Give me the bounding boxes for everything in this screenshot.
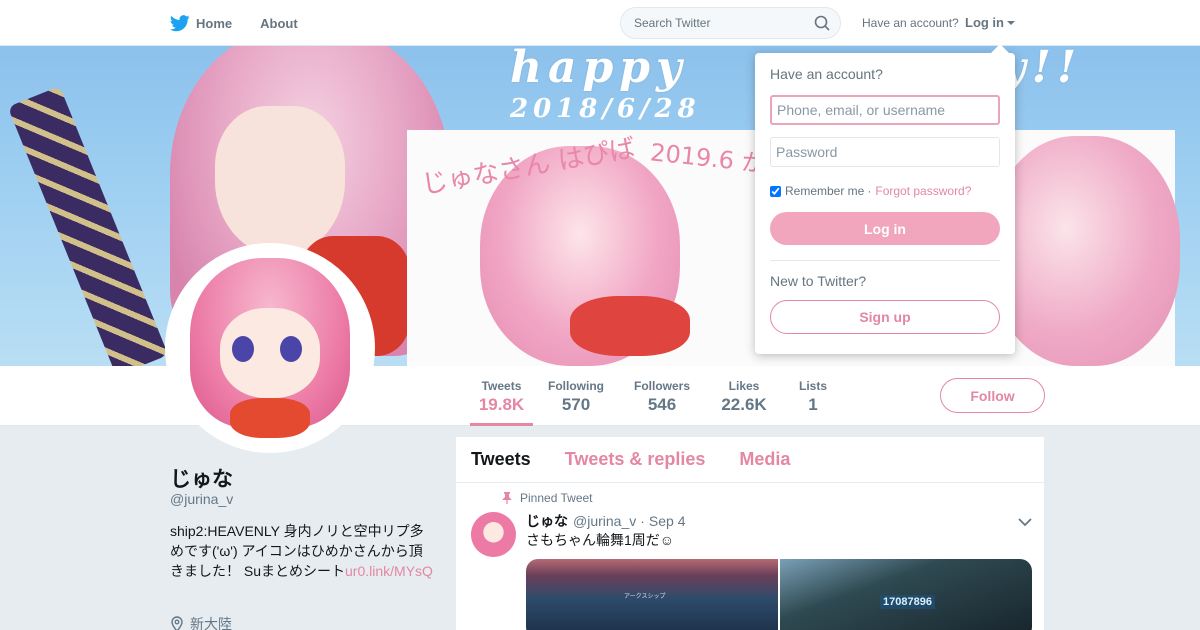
login-button[interactable]: Log in	[770, 212, 1000, 245]
stat-likes[interactable]: Likes 22.6K	[718, 366, 770, 426]
stat-label: Followers	[633, 379, 690, 393]
tweet-date[interactable]: Sep 4	[649, 513, 686, 529]
banner-sword	[7, 86, 169, 366]
stat-following[interactable]: Following 570	[546, 366, 606, 426]
login-dropdown: Have an account? Remember me · Forgot pa…	[755, 44, 1015, 354]
tweet-media-image-2[interactable]: 17087896	[780, 559, 1032, 630]
avatar-eye-right	[280, 336, 302, 362]
tweet-author-name[interactable]: じゅな	[526, 511, 568, 531]
stat-label: Tweets	[481, 379, 522, 393]
nav-about[interactable]: About	[260, 16, 298, 31]
login-dropdown-question: Have an account?	[770, 66, 883, 82]
tweet-author-handle[interactable]: @jurina_v	[573, 513, 636, 529]
signup-button[interactable]: Sign up	[770, 300, 1000, 334]
avatar-scarf	[230, 398, 310, 438]
follow-button[interactable]: Follow	[940, 378, 1045, 413]
location-pin-icon	[171, 616, 183, 630]
search-icon[interactable]	[814, 15, 830, 31]
stat-label: Likes	[728, 379, 760, 393]
tweet-text: さもちゃん輪舞1周だ☺	[526, 532, 675, 548]
search-box[interactable]: Search Twitter	[620, 7, 841, 39]
tab-tweets[interactable]: Tweets	[471, 449, 531, 470]
tab-tweets-replies[interactable]: Tweets & replies	[565, 449, 706, 470]
tweet-avatar[interactable]	[471, 512, 516, 557]
stat-value: 570	[561, 395, 591, 414]
twitter-bird-icon	[170, 14, 190, 31]
account-question: Have an account?	[862, 16, 959, 30]
search-placeholder: Search Twitter	[634, 16, 711, 30]
nav-home[interactable]: Home	[170, 14, 233, 32]
nav-left: Home About	[170, 0, 326, 46]
tweet-media[interactable]: アークスシップ 17087896	[526, 559, 1032, 630]
tweet-media-image-1[interactable]: アークスシップ	[526, 559, 778, 630]
media-score: 17087896	[880, 595, 935, 609]
stat-followers[interactable]: Followers 546	[631, 366, 693, 426]
username-input[interactable]	[770, 95, 1000, 125]
remember-checkbox[interactable]	[770, 185, 781, 197]
nav-about-label: About	[260, 15, 298, 31]
profile-handle[interactable]: @jurina_v	[170, 491, 233, 507]
top-navbar: Home About Search Twitter Have an accoun…	[0, 0, 1200, 46]
profile-bio-link[interactable]: ur0.link/MYsQ	[345, 563, 433, 579]
stat-value: 22.6K	[721, 395, 767, 414]
pin-icon	[502, 492, 512, 504]
remember-row: Remember me · Forgot password?	[770, 184, 971, 198]
banner-character-face	[215, 106, 345, 256]
banner-happy-text: happy	[510, 46, 688, 93]
profile-bio: ship2:HEAVENLY 身内ノリと空中リプ多めです('ω') アイコンはひ…	[170, 521, 435, 581]
pinned-label: Pinned Tweet	[520, 491, 593, 505]
profile-location: 新大陸	[170, 614, 232, 630]
tab-media[interactable]: Media	[739, 449, 790, 470]
profile-location-text: 新大陸	[190, 616, 232, 630]
login-dropdown-toggle[interactable]: Log in	[965, 15, 1015, 30]
remember-separator: ·	[867, 184, 872, 198]
profile-name: じゅな	[170, 468, 233, 491]
timeline-tabs: Tweets Tweets & replies Media	[456, 437, 1044, 483]
forgot-password-link[interactable]: Forgot password?	[875, 184, 971, 198]
banner-date: 2018/6/28	[510, 94, 701, 124]
stat-lists[interactable]: Lists 1	[796, 366, 830, 426]
pinned-indicator: Pinned Tweet	[502, 491, 593, 505]
profile-avatar[interactable]	[165, 243, 375, 453]
timeline: Tweets Tweets & replies Media Pinned Twe…	[456, 437, 1044, 630]
stat-value: 1	[808, 395, 818, 414]
caret-down-icon	[1007, 20, 1015, 25]
chevron-down-icon[interactable]	[1018, 517, 1032, 527]
tweet-separator: ·	[640, 513, 645, 529]
avatar-eye-left	[232, 336, 254, 362]
banner-sketch-scarf	[570, 296, 690, 356]
tweet-header: じゅな @jurina_v · Sep 4	[526, 511, 686, 531]
remember-label: Remember me	[785, 184, 865, 198]
login-label: Log in	[965, 15, 1004, 30]
nav-home-label: Home	[196, 15, 233, 31]
new-to-twitter-label: New to Twitter?	[770, 273, 867, 289]
password-input[interactable]	[770, 137, 1000, 167]
stat-value: 19.8K	[478, 395, 525, 414]
stat-tweets[interactable]: Tweets 19.8K	[470, 366, 533, 426]
banner-sketch-character-right	[990, 136, 1180, 366]
stat-label: Following	[548, 379, 604, 393]
stat-label: Lists	[798, 379, 827, 393]
divider	[770, 260, 1000, 261]
stat-value: 546	[647, 395, 677, 414]
media-caption: アークスシップ	[624, 594, 666, 600]
